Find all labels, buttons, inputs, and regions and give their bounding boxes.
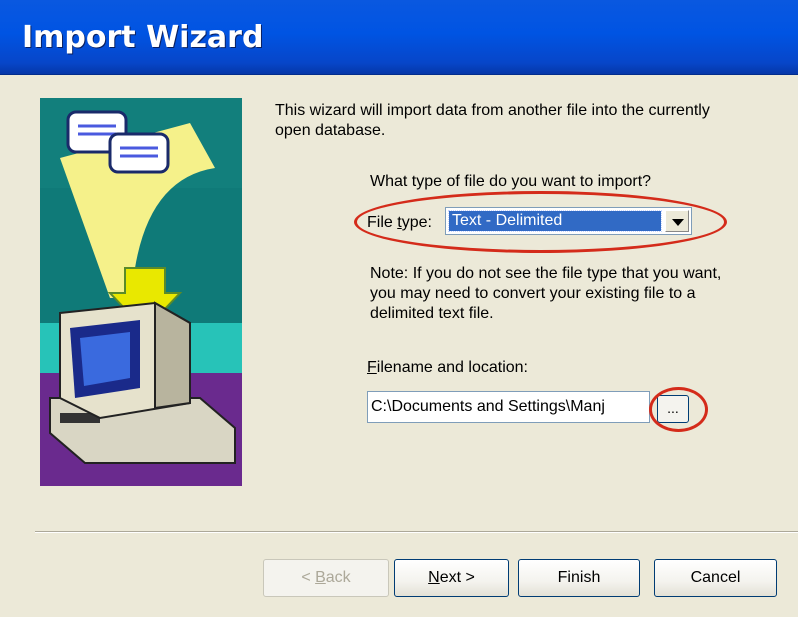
note-text: Note: If you do not see the file type th… <box>370 265 722 322</box>
file-type-question: What type of file do you want to import? <box>370 173 652 190</box>
wizard-illustration <box>40 98 242 486</box>
back-button[interactable]: < Back <box>263 559 389 597</box>
window-title: Import Wizard <box>22 20 264 55</box>
finish-button[interactable]: Finish <box>518 559 640 597</box>
file-type-dropdown[interactable]: Text - Delimited <box>445 207 692 235</box>
file-type-label: File type: <box>367 214 432 231</box>
title-bar[interactable]: Import Wizard <box>0 0 798 75</box>
cancel-button[interactable]: Cancel <box>654 559 777 597</box>
button-divider <box>35 531 798 533</box>
intro-text: This wizard will import data from anothe… <box>275 102 710 139</box>
filename-label: Filename and location: <box>367 359 528 376</box>
dropdown-arrow-icon[interactable] <box>665 210 689 232</box>
filename-input[interactable]: C:\Documents and Settings\Manj <box>367 391 650 423</box>
next-button[interactable]: Next > <box>394 559 509 597</box>
browse-button[interactable]: ... <box>657 395 689 423</box>
file-type-selected-value: Text - Delimited <box>448 210 662 232</box>
